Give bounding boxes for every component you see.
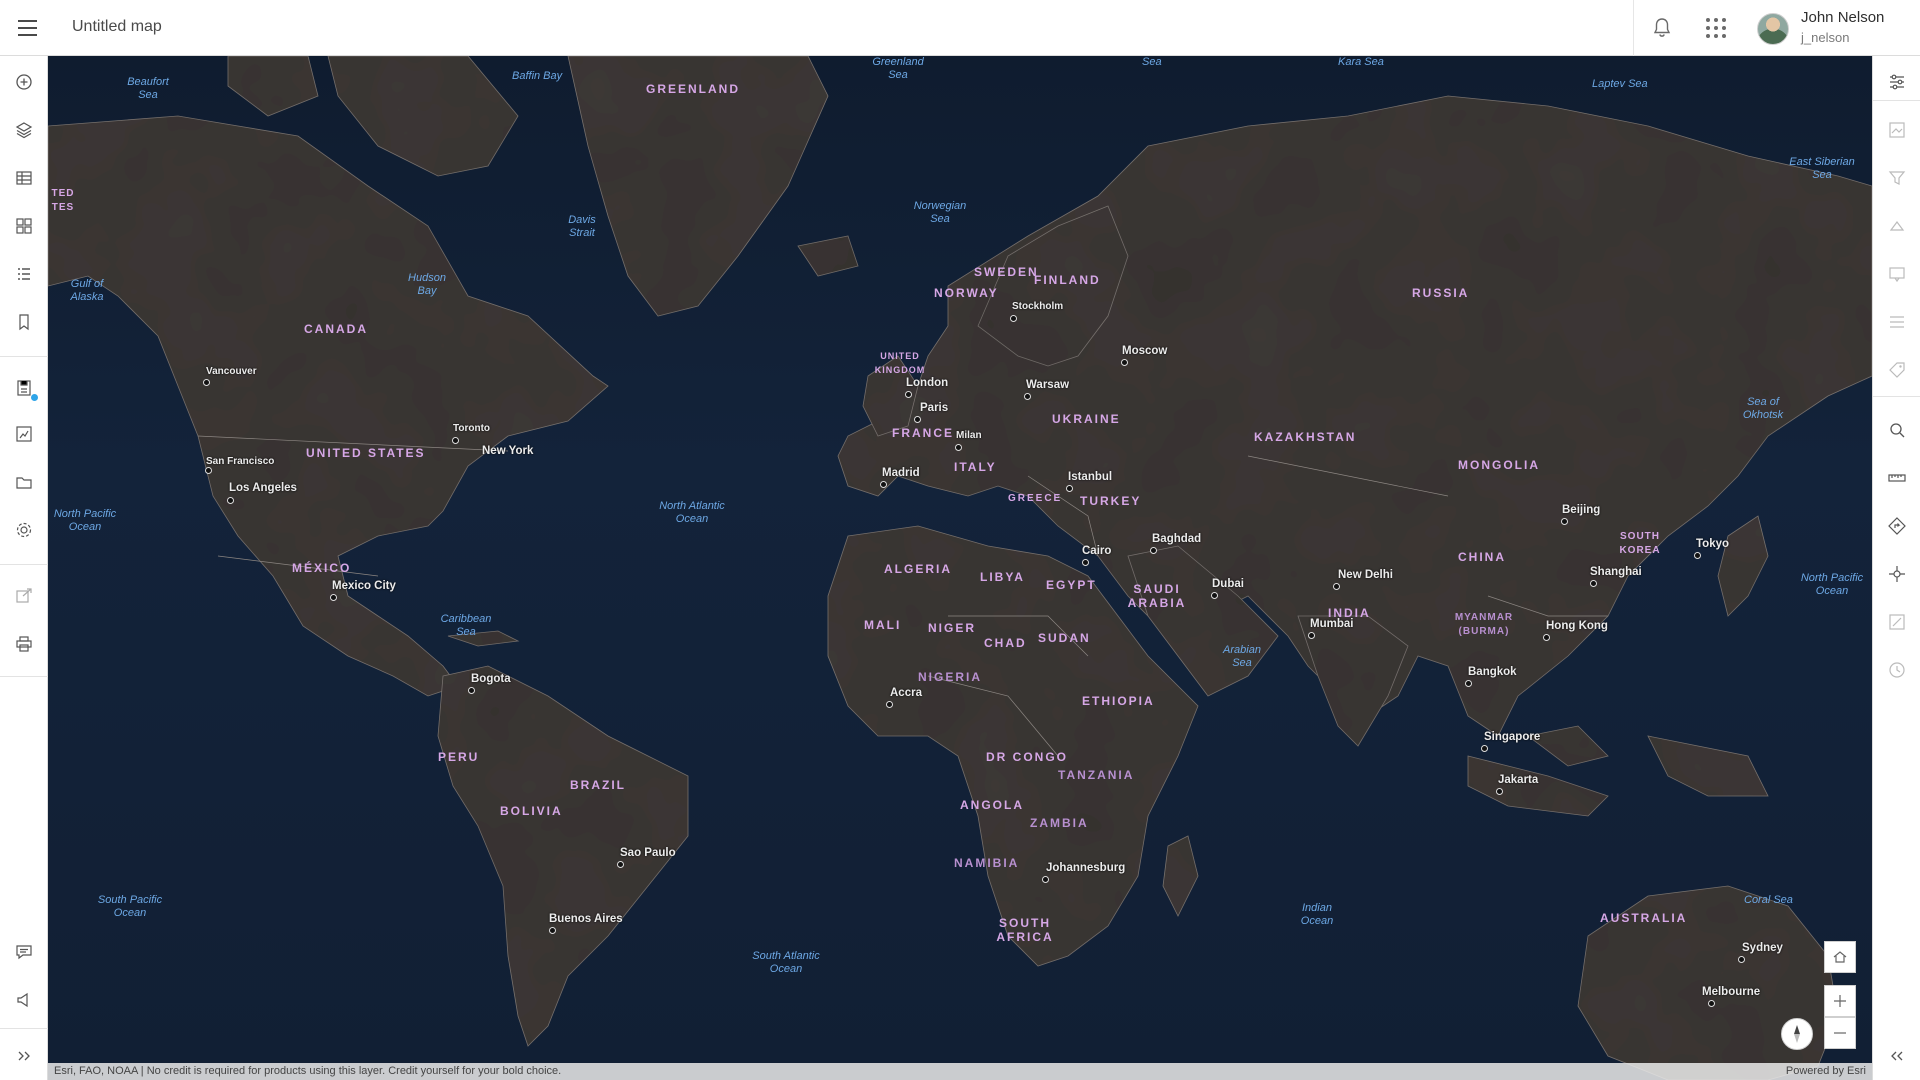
notifications-bell-icon[interactable] — [1648, 14, 1676, 42]
header-divider — [1633, 0, 1634, 56]
styles-icon[interactable] — [1885, 118, 1909, 142]
city-marker — [1694, 552, 1701, 559]
home-button[interactable] — [1824, 941, 1856, 973]
basemap-icon[interactable] — [12, 214, 36, 238]
filter-icon[interactable] — [1885, 166, 1909, 190]
landmass-layer — [48, 56, 1872, 1080]
city-marker — [205, 467, 212, 474]
effects-icon[interactable] — [1885, 214, 1909, 238]
layers-icon[interactable] — [12, 118, 36, 142]
city-marker — [452, 437, 459, 444]
print-icon[interactable] — [12, 632, 36, 656]
share-icon[interactable] — [12, 584, 36, 608]
right-toolbar — [1872, 56, 1920, 1080]
feedback-icon[interactable] — [12, 940, 36, 964]
toolbar-divider — [0, 1028, 48, 1029]
city-marker — [905, 391, 912, 398]
user-name[interactable]: John Nelson — [1801, 9, 1884, 26]
city-marker — [1543, 634, 1550, 641]
collapse-icon[interactable] — [1885, 1044, 1909, 1068]
city-marker — [1308, 632, 1315, 639]
city-marker — [330, 594, 337, 601]
attribution-text[interactable]: Esri, FAO, NOAA | No credit is required … — [54, 1063, 561, 1080]
labels-icon[interactable] — [1885, 358, 1909, 382]
configure-icon[interactable] — [1885, 310, 1909, 334]
whats-new-icon[interactable] — [12, 988, 36, 1012]
toolbar-divider — [1873, 100, 1920, 101]
city-marker — [886, 701, 893, 708]
map-view[interactable]: CANADA UNITED STATES MÉXICO BRAZIL PERU … — [48, 56, 1872, 1080]
toolbar-divider — [0, 356, 48, 357]
properties-icon[interactable] — [1885, 70, 1909, 94]
city-marker — [1082, 559, 1089, 566]
city-marker — [468, 687, 475, 694]
table-icon[interactable] — [12, 166, 36, 190]
city-marker — [1738, 956, 1745, 963]
legend-icon[interactable] — [12, 262, 36, 286]
time-icon[interactable] — [1885, 658, 1909, 682]
plus-icon — [1834, 995, 1846, 1007]
compass-icon — [1794, 1025, 1800, 1043]
city-marker — [1481, 745, 1488, 752]
city-marker — [1024, 393, 1031, 400]
city-marker — [1708, 1000, 1715, 1007]
city-marker — [914, 416, 921, 423]
directions-icon[interactable] — [1885, 514, 1909, 538]
zoom-out-button[interactable] — [1824, 1017, 1856, 1049]
menu-icon[interactable] — [14, 14, 42, 42]
location-icon[interactable] — [1885, 562, 1909, 586]
city-marker — [549, 927, 556, 934]
city-marker — [203, 379, 210, 386]
zoom-in-button[interactable] — [1824, 985, 1856, 1017]
settings-icon[interactable] — [12, 518, 36, 542]
user-avatar[interactable] — [1757, 13, 1789, 45]
toolbar-divider — [0, 676, 48, 677]
unsaved-changes-badge — [31, 394, 38, 401]
expand-icon[interactable] — [12, 1044, 36, 1068]
bookmark-icon[interactable] — [12, 310, 36, 334]
city-marker — [1010, 315, 1017, 322]
map-title[interactable]: Untitled map — [72, 18, 162, 36]
user-handle[interactable]: j_nelson — [1801, 30, 1849, 45]
create-app-icon[interactable] — [12, 422, 36, 446]
pop-ups-icon[interactable] — [1885, 262, 1909, 286]
powered-by-esri[interactable]: Powered by Esri — [1786, 1063, 1866, 1080]
city-marker — [955, 444, 962, 451]
minus-icon — [1834, 1032, 1846, 1034]
open-icon[interactable] — [12, 470, 36, 494]
city-marker — [1465, 680, 1472, 687]
home-icon — [1833, 951, 1847, 963]
city-marker — [1561, 518, 1568, 525]
city-marker — [1042, 876, 1049, 883]
city-marker — [1066, 485, 1073, 492]
toolbar-divider — [1873, 396, 1920, 397]
compass-button[interactable] — [1781, 1018, 1813, 1050]
sketch-icon[interactable] — [1885, 610, 1909, 634]
left-toolbar — [0, 56, 48, 1080]
search-icon[interactable] — [1885, 418, 1909, 442]
city-marker — [1150, 547, 1157, 554]
city-marker — [1121, 359, 1128, 366]
app-header: Untitled map John Nelson j_nelson — [0, 0, 1920, 56]
city-marker — [1496, 788, 1503, 795]
city-marker — [227, 497, 234, 504]
city-marker — [1333, 583, 1340, 590]
city-marker — [617, 861, 624, 868]
city-marker — [880, 481, 887, 488]
toolbar-divider — [0, 564, 48, 565]
app-launcher-icon[interactable] — [1704, 16, 1728, 40]
city-marker — [1211, 592, 1218, 599]
add-icon[interactable] — [12, 70, 36, 94]
measure-icon[interactable] — [1885, 466, 1909, 490]
city-marker — [1590, 580, 1597, 587]
map-attribution: Esri, FAO, NOAA | No credit is required … — [48, 1063, 1872, 1080]
